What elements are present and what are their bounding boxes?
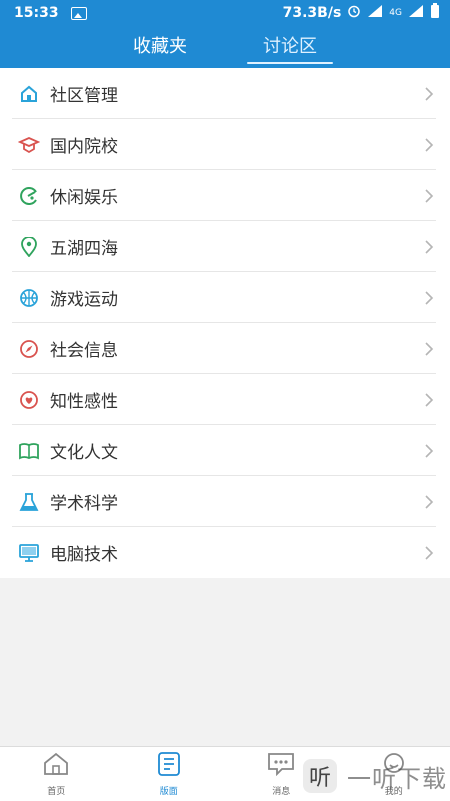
list-item-label: 国内院校	[50, 132, 118, 157]
list-item-computer[interactable]: 电脑技术	[0, 527, 450, 578]
basketball-icon	[18, 287, 40, 309]
signal-icon-2	[408, 4, 424, 22]
picture-icon	[71, 7, 87, 20]
tab-favorites[interactable]: 收藏夹	[95, 32, 225, 68]
nav-boards[interactable]: 版面	[113, 747, 226, 801]
chevron-right-icon	[424, 443, 434, 459]
list-item-games-sports[interactable]: 游戏运动	[0, 272, 450, 323]
header: 收藏夹 讨论区	[0, 26, 450, 68]
list-item-society[interactable]: 社会信息	[0, 323, 450, 374]
chevron-right-icon	[424, 494, 434, 510]
forum-category-list: 社区管理 国内院校 休闲娱乐 五湖四海	[0, 68, 450, 578]
book-icon	[18, 440, 40, 462]
list-item-label: 休闲娱乐	[50, 183, 118, 208]
graduation-cap-icon	[18, 134, 40, 156]
alarm-icon	[347, 4, 361, 22]
chevron-right-icon	[424, 290, 434, 306]
signal-icon	[367, 4, 383, 22]
list-item-label: 社会信息	[50, 336, 118, 361]
tab-favorites-label: 收藏夹	[133, 36, 187, 57]
list-item-science[interactable]: 学术科学	[0, 476, 450, 527]
watermark: 听 一听下载	[300, 752, 450, 800]
list-item-label: 社区管理	[50, 81, 118, 106]
chevron-right-icon	[424, 188, 434, 204]
active-tab-indicator	[247, 62, 333, 64]
nav-messages-label: 消息	[272, 784, 290, 797]
status-right: 73.3B/s 4G	[283, 3, 450, 23]
network-speed: 73.3B/s	[283, 5, 342, 21]
chevron-right-icon	[424, 86, 434, 102]
chevron-right-icon	[424, 545, 434, 561]
list-item-culture[interactable]: 文化人文	[0, 425, 450, 476]
chevron-right-icon	[424, 239, 434, 255]
nav-home-label: 首页	[47, 784, 65, 797]
flask-icon	[18, 491, 40, 513]
home-icon	[18, 83, 40, 105]
tab-discussion[interactable]: 讨论区	[225, 32, 355, 68]
list-item-community[interactable]: 社区管理	[0, 68, 450, 119]
monitor-icon	[18, 542, 40, 564]
compass-icon	[18, 338, 40, 360]
list-item-label: 电脑技术	[50, 540, 118, 565]
status-bar: 15:33 73.3B/s 4G	[0, 0, 450, 26]
network-4g-label: 4G	[389, 8, 402, 18]
message-icon	[267, 752, 295, 780]
list-item-label: 游戏运动	[50, 285, 118, 310]
home-icon	[42, 752, 70, 780]
list-item-regions[interactable]: 五湖四海	[0, 221, 450, 272]
chevron-right-icon	[424, 137, 434, 153]
list-item-label: 知性感性	[50, 387, 118, 412]
list-item-entertainment[interactable]: 休闲娱乐	[0, 170, 450, 221]
tab-discussion-label: 讨论区	[263, 36, 317, 57]
nav-boards-label: 版面	[160, 784, 178, 797]
list-item-emotions[interactable]: 知性感性	[0, 374, 450, 425]
watermark-text: 一听下载	[347, 759, 447, 794]
document-icon	[157, 752, 181, 780]
list-item-label: 文化人文	[50, 438, 118, 463]
battery-icon	[430, 3, 440, 23]
list-item-label: 学术科学	[50, 489, 118, 514]
status-time: 15:33	[14, 5, 59, 21]
chevron-right-icon	[424, 392, 434, 408]
heart-icon	[18, 389, 40, 411]
status-left: 15:33	[0, 5, 87, 21]
location-pin-icon	[18, 236, 40, 258]
list-item-universities[interactable]: 国内院校	[0, 119, 450, 170]
watermark-badge: 听	[303, 759, 337, 793]
pacman-icon	[18, 185, 40, 207]
chevron-right-icon	[424, 341, 434, 357]
nav-home[interactable]: 首页	[0, 747, 113, 801]
list-item-label: 五湖四海	[50, 234, 118, 259]
